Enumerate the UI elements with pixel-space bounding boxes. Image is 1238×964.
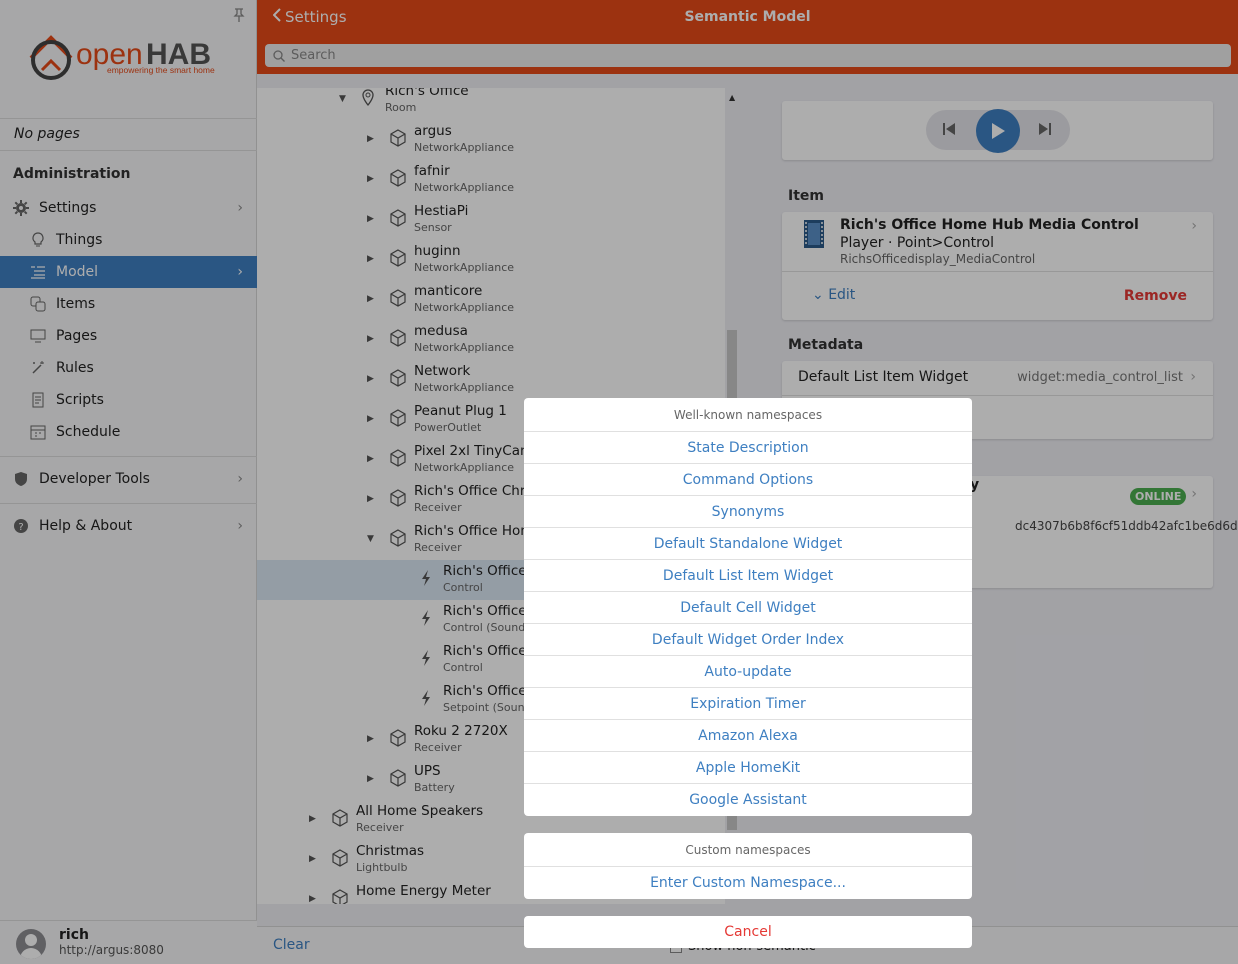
custom-namespaces-title: Custom namespaces: [524, 833, 972, 867]
option-google-assistant[interactable]: Google Assistant: [524, 784, 972, 816]
option-enter-custom-namespace[interactable]: Enter Custom Namespace...: [524, 867, 972, 899]
option-default-widget-order-index[interactable]: Default Widget Order Index: [524, 624, 972, 656]
option-apple-homekit[interactable]: Apple HomeKit: [524, 752, 972, 784]
wellknown-namespaces-group: Well-known namespaces State Description …: [524, 398, 972, 816]
option-command-options[interactable]: Command Options: [524, 464, 972, 496]
option-default-list-item-widget[interactable]: Default List Item Widget: [524, 560, 972, 592]
option-default-cell-widget[interactable]: Default Cell Widget: [524, 592, 972, 624]
option-amazon-alexa[interactable]: Amazon Alexa: [524, 720, 972, 752]
option-synonyms[interactable]: Synonyms: [524, 496, 972, 528]
custom-namespaces-group: Custom namespaces Enter Custom Namespace…: [524, 833, 972, 899]
option-auto-update[interactable]: Auto-update: [524, 656, 972, 688]
cancel-group: Cancel: [524, 916, 972, 948]
wellknown-namespaces-title: Well-known namespaces: [524, 398, 972, 432]
option-expiration-timer[interactable]: Expiration Timer: [524, 688, 972, 720]
cancel-button[interactable]: Cancel: [524, 916, 972, 948]
option-state-description[interactable]: State Description: [524, 432, 972, 464]
option-default-standalone-widget[interactable]: Default Standalone Widget: [524, 528, 972, 560]
